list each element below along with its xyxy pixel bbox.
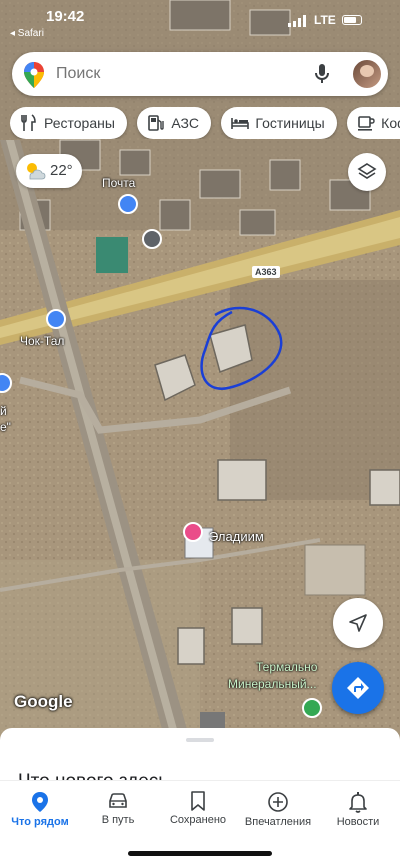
- search-input[interactable]: [56, 62, 296, 86]
- map-label-edge-2: e": [0, 420, 11, 434]
- bed-icon: [231, 114, 250, 132]
- microphone-icon[interactable]: [314, 63, 330, 85]
- weather-chip[interactable]: 22°: [16, 154, 82, 188]
- post-office-pin-icon[interactable]: [118, 194, 138, 214]
- car-icon: [109, 793, 127, 808]
- directions-icon: [347, 677, 369, 699]
- chip-label: Гостиницы: [255, 115, 325, 131]
- map-label-chok-tal[interactable]: Чок-Тал: [20, 334, 64, 348]
- spa-pin-icon[interactable]: [302, 698, 322, 718]
- status-bar: 19:42 ◂ Safari LTE: [0, 0, 400, 40]
- add-circle-icon: [268, 792, 288, 812]
- tab-contribute[interactable]: Впечатления: [238, 781, 318, 841]
- directions-button[interactable]: [332, 662, 384, 714]
- chip-gas-stations[interactable]: АЗС: [137, 107, 211, 139]
- chip-restaurants[interactable]: Рестораны: [10, 107, 127, 139]
- partly-cloudy-icon: [27, 163, 46, 180]
- temperature: 22°: [50, 162, 73, 179]
- layers-icon: [357, 163, 377, 179]
- map-label-post[interactable]: Почта: [102, 176, 135, 190]
- bottom-tab-bar: Что рядом В путь Сохранено Впечатления Н…: [0, 780, 400, 840]
- tab-label: Сохранено: [169, 814, 227, 826]
- sheet-drag-handle[interactable]: [186, 738, 214, 742]
- category-chips: Рестораны АЗС Гостиницы Кофейн: [10, 107, 400, 139]
- chip-label: АЗС: [171, 115, 199, 131]
- shopping-pin-icon[interactable]: [142, 229, 162, 249]
- google-maps-pin-icon: [24, 62, 44, 88]
- bell-icon: [349, 792, 367, 813]
- bookmark-icon: [191, 791, 205, 811]
- fork-knife-icon: [20, 114, 38, 132]
- map-label-eladiim[interactable]: Эладиим: [209, 529, 264, 544]
- chip-label: Кофейн: [381, 115, 400, 131]
- google-attribution: Google: [14, 692, 73, 711]
- signal-icon: [288, 15, 306, 27]
- tab-label: Впечатления: [244, 816, 312, 828]
- chip-label: Рестораны: [44, 115, 115, 131]
- back-to-safari[interactable]: ◂ Safari: [10, 28, 44, 39]
- hotel-pin-icon[interactable]: [183, 522, 203, 542]
- tab-updates[interactable]: Новости: [318, 781, 398, 841]
- coffee-icon: [357, 114, 375, 132]
- tab-saved[interactable]: Сохранено: [158, 781, 238, 841]
- gas-station-icon: [147, 114, 165, 132]
- location-pin-icon: [32, 792, 48, 812]
- chip-hotels[interactable]: Гостиницы: [221, 107, 337, 139]
- tab-go[interactable]: В путь: [78, 781, 158, 841]
- map-label-thermal-2[interactable]: Минеральный...: [228, 677, 317, 691]
- map-label-thermal-1[interactable]: Термально: [256, 660, 317, 674]
- shop-pin-icon[interactable]: [46, 309, 66, 329]
- battery-icon: [342, 15, 362, 25]
- tab-label: Новости: [336, 816, 380, 828]
- tab-label: Что рядом: [11, 816, 69, 828]
- home-indicator: [128, 851, 272, 856]
- map-label-edge-1: й: [0, 404, 7, 418]
- road-shield-a363: А363: [252, 266, 280, 278]
- layers-button[interactable]: [348, 153, 386, 191]
- chip-coffee[interactable]: Кофейн: [347, 107, 400, 139]
- my-location-button[interactable]: [333, 598, 383, 648]
- user-avatar[interactable]: [351, 58, 383, 90]
- navigation-arrow-icon: [349, 614, 367, 632]
- status-time: 19:42: [46, 8, 85, 25]
- tab-explore[interactable]: Что рядом: [0, 781, 80, 841]
- search-bar[interactable]: [12, 52, 388, 96]
- network-type: LTE: [314, 13, 336, 27]
- tab-label: В путь: [101, 814, 135, 826]
